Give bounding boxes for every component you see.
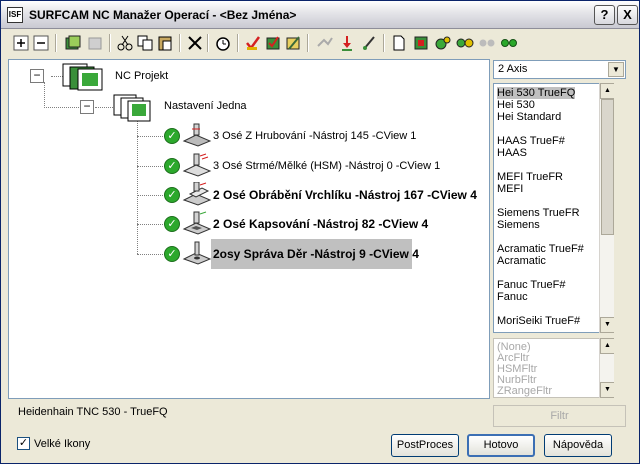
facing-op-icon — [182, 181, 212, 206]
new-folder-icon[interactable] — [63, 33, 83, 53]
title-bar: ISF SURFCAM NC Manažer Operací - <Bez Jm… — [1, 1, 639, 29]
close-button[interactable]: X — [617, 5, 638, 25]
nc-project-icon — [62, 63, 106, 91]
post-list-item[interactable]: Hei Standard — [497, 111, 561, 123]
post-list-item[interactable]: Acramatic TrueF# — [497, 243, 584, 255]
time-icon[interactable] — [213, 33, 233, 53]
post-list-item[interactable]: HAAS TrueF# — [497, 135, 565, 147]
properties-icon[interactable] — [263, 33, 283, 53]
setup-expander[interactable]: − — [80, 100, 94, 114]
app-icon: ISF — [7, 7, 23, 23]
scroll-thumb[interactable] — [601, 99, 614, 235]
tree-line — [137, 118, 138, 254]
toolbar-separator — [55, 34, 57, 52]
manager-window: ISF SURFCAM NC Manažer Operací - <Bez Jm… — [0, 0, 640, 464]
scroll-up-icon: ▲ — [600, 338, 614, 354]
postproces-button[interactable]: PostProces — [391, 434, 459, 457]
post-list-item[interactable]: MEFI — [497, 183, 523, 195]
operation-icon[interactable] — [433, 33, 453, 53]
post-list-item[interactable]: Hei 530 — [497, 99, 535, 111]
delete-icon[interactable] — [185, 33, 205, 53]
operation-label[interactable]: 3 Osé Strmé/Mělké (HSM) -Nástroj 0 -CVie… — [213, 160, 440, 172]
help-button[interactable]: Nápověda — [544, 434, 612, 457]
axis-select[interactable]: 2 Axis ▼ — [493, 60, 626, 79]
document-icon[interactable] — [389, 33, 409, 53]
post-list-item[interactable]: Fanuc — [497, 291, 528, 303]
green-dots-icon[interactable] — [499, 33, 519, 53]
tree-line — [95, 107, 113, 108]
tree-line — [137, 254, 165, 255]
scroll-down-icon: ▼ — [600, 382, 614, 398]
verify-icon[interactable] — [243, 33, 263, 53]
pocket-op-icon — [182, 211, 212, 235]
operation-label[interactable]: 3 Osé Z Hrubování -Nástroj 145 -CView 1 — [213, 130, 416, 142]
copy-icon[interactable] — [135, 33, 155, 53]
disabled-tool-icon — [315, 33, 335, 53]
tree-line — [137, 166, 165, 167]
operation-pair-icon[interactable] — [455, 33, 475, 53]
status-check-icon: ✓ — [164, 158, 180, 174]
post-list-item[interactable]: MoriSeiki TrueF# — [497, 315, 580, 327]
toolbar-separator — [109, 34, 111, 52]
tree-line — [137, 224, 165, 225]
post-list-item[interactable]: Hei 530 TrueFQ — [497, 87, 576, 99]
tree-line — [44, 82, 45, 108]
hsm-op-icon — [182, 153, 212, 177]
sort-icon[interactable] — [337, 33, 357, 53]
post-processor-list[interactable]: Hei 530 TrueFQ Hei 530 Hei Standard HAAS Tr… — [493, 83, 614, 333]
cut-icon[interactable] — [115, 33, 135, 53]
toolbar-separator — [207, 34, 209, 52]
setup-icon — [113, 94, 157, 122]
post-list-scrollbar[interactable]: ▲ ▼ — [599, 83, 614, 333]
status-check-icon: ✓ — [164, 246, 180, 262]
filter-list-scrollbar: ▲ ▼ — [599, 338, 614, 398]
status-check-icon: ✓ — [164, 187, 180, 203]
edit-icon[interactable] — [283, 33, 303, 53]
paste-icon[interactable] — [155, 33, 175, 53]
toolbar-separator — [383, 34, 385, 52]
root-expander[interactable]: − — [30, 69, 44, 83]
operation-label[interactable]: 2osy Správa Děr -Nástroj 9 -CView 4 — [213, 247, 419, 261]
help-title-button[interactable]: ? — [594, 5, 615, 25]
collapse-all-icon[interactable] — [31, 33, 51, 53]
chevron-down-icon[interactable]: ▼ — [608, 62, 624, 77]
tree-line — [137, 195, 165, 196]
post-list-item[interactable]: Fanuc TrueF# — [497, 279, 565, 291]
large-icons-checkbox[interactable]: ✓ — [17, 437, 30, 450]
status-check-icon: ✓ — [164, 216, 180, 232]
scroll-up-icon[interactable]: ▲ — [600, 83, 614, 99]
post-list-item[interactable]: Siemens — [497, 219, 540, 231]
filter-button: Filtr — [493, 405, 626, 427]
status-text: Heidenhain TNC 530 - TrueFQ — [18, 406, 168, 418]
operation-label[interactable]: 2 Osé Kapsování -Nástroj 82 -CView 4 — [213, 217, 428, 231]
toolbar — [7, 31, 635, 55]
window-title: SURFCAM NC Manažer Operací - <Bez Jména> — [29, 8, 297, 22]
operation-label[interactable]: 2 Osé Obrábění Vrchlíku -Nástroj 167 -CV… — [213, 188, 477, 202]
post-list-item[interactable]: HAAS — [497, 147, 527, 159]
filter-list-item: ZRangeFltr — [497, 385, 553, 397]
operation-tree[interactable]: − NC Projekt − Nastavení Jedna ✓ 3 Osé Z… — [8, 59, 490, 399]
toolbar-separator — [237, 34, 239, 52]
expand-all-icon[interactable] — [11, 33, 31, 53]
roughing-op-icon — [182, 123, 212, 147]
status-check-icon: ✓ — [164, 128, 180, 144]
tree-line — [137, 136, 165, 137]
post-list-item[interactable]: Siemens TrueFR — [497, 207, 580, 219]
tool-edit-icon[interactable] — [359, 33, 379, 53]
filter-list: (None) ArcFltr HSMFltr NurbFltr ZRangeFltr — [493, 338, 614, 398]
green-dots-disabled-icon — [477, 33, 497, 53]
setup-label[interactable]: Nastavení Jedna — [164, 100, 247, 112]
post-list-item[interactable]: MEFI TrueFR — [497, 171, 563, 183]
folder-disabled-icon — [85, 33, 105, 53]
large-icons-label[interactable]: Velké Ikony — [34, 438, 90, 450]
post-icon[interactable] — [411, 33, 431, 53]
axis-select-value: 2 Axis — [498, 63, 528, 75]
toolbar-separator — [179, 34, 181, 52]
scroll-down-icon[interactable]: ▼ — [600, 317, 614, 333]
nc-project-label[interactable]: NC Projekt — [115, 70, 168, 82]
ok-button[interactable]: Hotovo — [467, 434, 535, 457]
post-list-item[interactable]: Acramatic — [497, 255, 546, 267]
toolbar-separator — [307, 34, 309, 52]
drilling-op-icon — [182, 241, 212, 265]
